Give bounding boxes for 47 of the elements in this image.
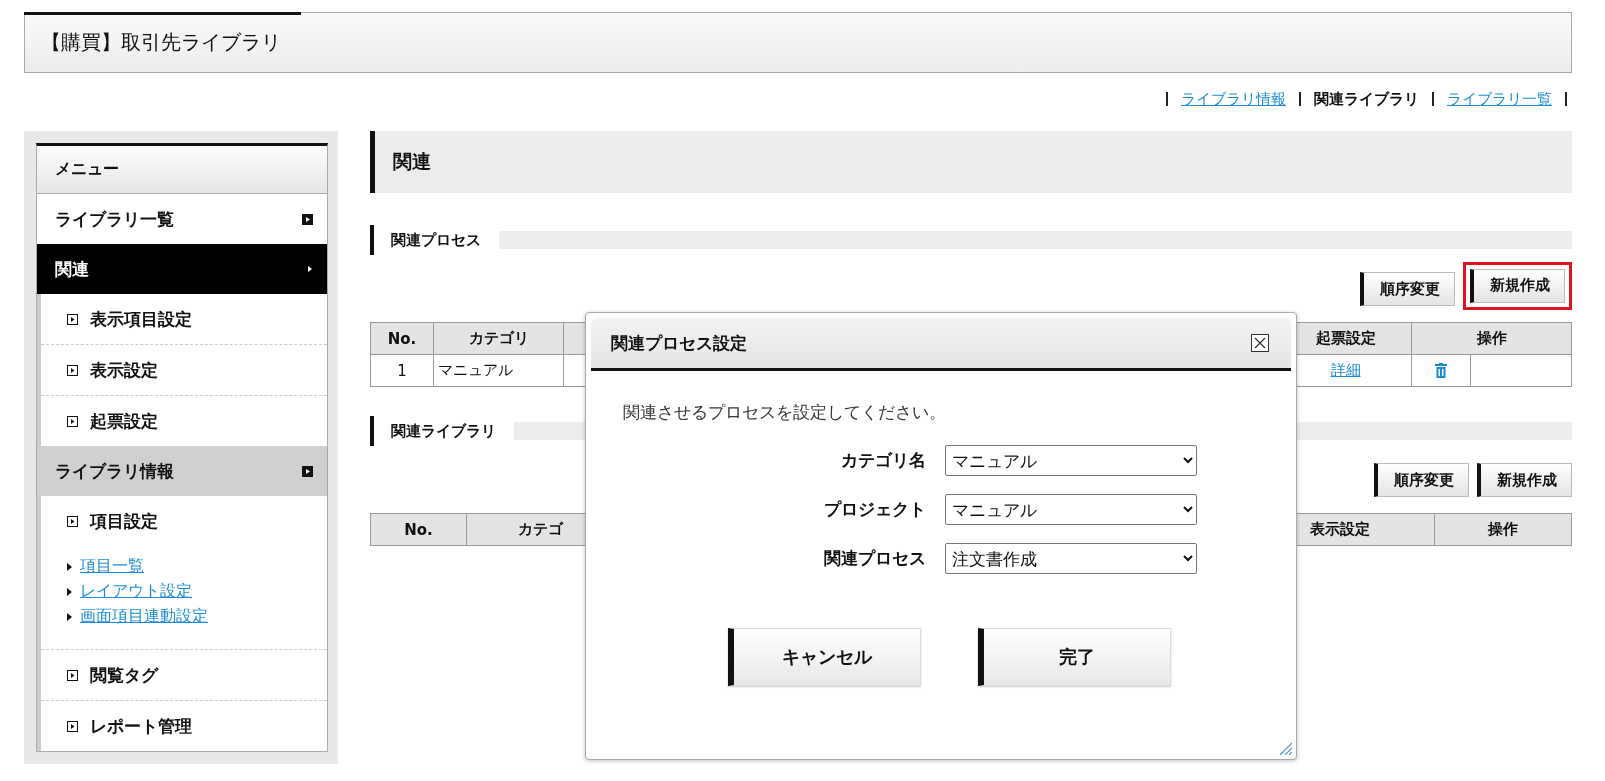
toolbar-button[interactable]: 新規作成	[1477, 463, 1572, 497]
menu-header: メニュー	[37, 146, 327, 194]
dialog-title: 関連プロセス設定	[611, 331, 747, 355]
toolbar-button[interactable]: 順序変更	[1374, 463, 1469, 497]
bullet-icon	[67, 587, 72, 596]
resize-grip-icon[interactable]	[1278, 741, 1292, 755]
submenu-item[interactable]: 起票設定	[67, 396, 327, 446]
trash-icon[interactable]	[1435, 363, 1447, 378]
sidebar-item[interactable]: 関連	[37, 244, 327, 294]
submenu-item[interactable]: 表示項目設定	[67, 294, 327, 344]
bullet-icon	[67, 612, 72, 621]
nav-link[interactable]: 関連ライブラリ	[1314, 89, 1419, 109]
section-title: 関連ライブラリ	[391, 421, 496, 441]
field-label: 関連プロセス	[823, 547, 926, 570]
submenu-link[interactable]: 項目一覧	[80, 556, 144, 577]
submenu-item[interactable]: 閲覧タグ	[67, 650, 327, 700]
submenu-item[interactable]: レポート管理	[67, 701, 327, 751]
dialog-button[interactable]: 完了	[978, 628, 1171, 686]
dialog-message: 関連させるプロセスを設定してください。	[623, 401, 947, 424]
section-title: 関連プロセス	[391, 230, 481, 250]
column-header: No.	[371, 323, 434, 355]
table-cell: マニュアル	[434, 355, 564, 387]
toolbar-button[interactable]: 順序変更	[1360, 272, 1455, 306]
field-label: カテゴリ名	[840, 449, 926, 472]
submenu-item[interactable]: 項目設定	[67, 496, 327, 546]
page-title: 【購買】取引先ライブラリ	[41, 29, 281, 56]
dropdown-field[interactable]: マニュアル	[945, 494, 1197, 525]
column-header: 操作	[1412, 323, 1572, 355]
column-header: 操作	[1435, 514, 1572, 546]
sidebar-item[interactable]: ライブラリ情報	[37, 446, 327, 496]
toolbar-button[interactable]: 新規作成	[1470, 268, 1565, 303]
dropdown-field[interactable]: マニュアル	[945, 445, 1197, 476]
submenu-link[interactable]: 画面項目連動設定	[80, 606, 208, 627]
column-header: No.	[371, 514, 467, 546]
content-title: 関連	[370, 131, 1572, 193]
arrow-icon	[307, 265, 313, 273]
submenu-link[interactable]: レイアウト設定	[80, 581, 192, 602]
dropdown-field[interactable]: 注文書作成	[945, 543, 1197, 574]
bullet-icon	[67, 562, 72, 571]
submenu-item[interactable]: 表示設定	[67, 345, 327, 395]
dialog-button[interactable]: キャンセル	[728, 628, 921, 686]
nav-link[interactable]: ライブラリ一覧	[1447, 89, 1552, 109]
table-cell: 1	[371, 355, 434, 387]
close-icon[interactable]	[1251, 334, 1269, 352]
column-header: カテゴリ	[434, 323, 564, 355]
field-label: プロジェクト	[823, 498, 926, 521]
nav-link[interactable]: ライブラリ情報	[1181, 89, 1286, 109]
